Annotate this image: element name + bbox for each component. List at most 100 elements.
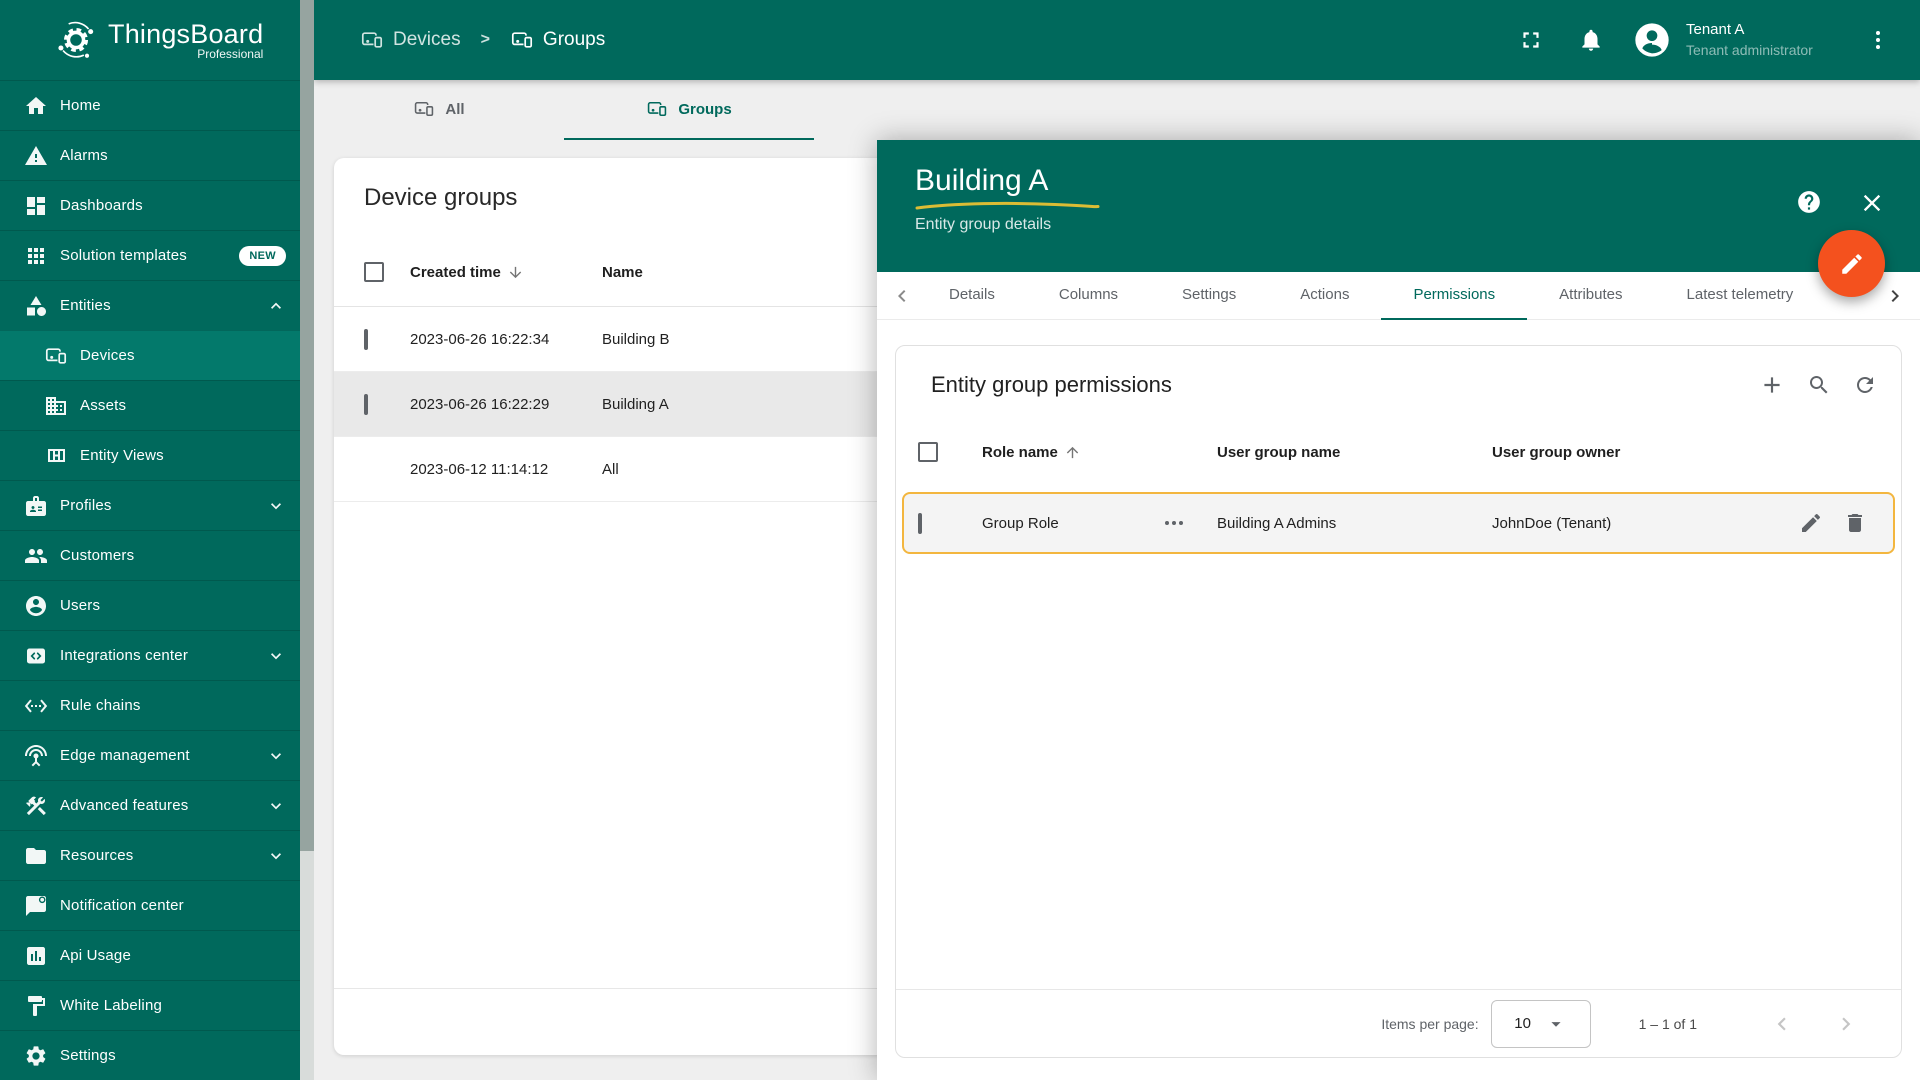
- sidebar-item-users[interactable]: Users: [0, 580, 300, 630]
- select-all-checkbox[interactable]: [364, 262, 384, 282]
- row-checkbox[interactable]: [364, 393, 368, 415]
- sidebar-item-dashboards[interactable]: Dashboards: [0, 180, 300, 230]
- panel-tab-details[interactable]: Details: [917, 272, 1027, 320]
- sidebar-item-home[interactable]: Home: [0, 80, 300, 130]
- breadcrumb-devices[interactable]: Devices: [360, 28, 461, 52]
- column-created-time[interactable]: Created time: [410, 264, 602, 281]
- sort-ascending-icon: [1064, 444, 1081, 461]
- sidebar-item-label: Rule chains: [60, 697, 141, 714]
- sidebar-item-advanced-features[interactable]: Advanced features: [0, 780, 300, 830]
- tab-groups[interactable]: Groups: [564, 80, 814, 140]
- sidebar-item-rule-chains[interactable]: Rule chains: [0, 680, 300, 730]
- sidebar-scrollbar[interactable]: [300, 0, 314, 1080]
- tabs-scroll-left-icon[interactable]: [887, 272, 917, 320]
- search-icon[interactable]: [1807, 373, 1831, 397]
- warning-icon: [24, 144, 48, 168]
- close-icon[interactable]: [1858, 189, 1886, 217]
- new-badge: NEW: [239, 245, 286, 266]
- sidebar-item-profiles[interactable]: Profiles: [0, 480, 300, 530]
- brand-name: ThingsBoard: [108, 19, 264, 49]
- user-menu[interactable]: Tenant A Tenant administrator: [1632, 20, 1838, 60]
- row-checkbox[interactable]: [918, 512, 922, 534]
- column-user-group-owner[interactable]: User group owner: [1492, 444, 1773, 461]
- avatar: [1632, 20, 1672, 60]
- notifications-bell-icon[interactable]: [1578, 27, 1604, 53]
- tab-all[interactable]: All: [314, 80, 564, 140]
- view-quilt-icon: [44, 444, 68, 468]
- column-user-group-name[interactable]: User group name: [1217, 444, 1492, 461]
- sidebar-item-label: Edge management: [60, 747, 190, 764]
- column-role-name[interactable]: Role name: [982, 444, 1217, 461]
- panel-tab-columns[interactable]: Columns: [1027, 272, 1150, 320]
- sidebar-item-label: Home: [60, 97, 101, 114]
- sidebar-item-solution-templates[interactable]: Solution templates NEW: [0, 230, 300, 280]
- sidebar-item-resources[interactable]: Resources: [0, 830, 300, 880]
- tab-label: Columns: [1058, 286, 1119, 303]
- refresh-icon[interactable]: [1853, 373, 1877, 397]
- panel-title: Building A: [915, 164, 1049, 197]
- add-permission-icon[interactable]: [1759, 372, 1785, 398]
- edit-pencil-icon[interactable]: [1799, 511, 1823, 535]
- delete-trash-icon[interactable]: [1843, 511, 1867, 535]
- domain-icon: [44, 394, 68, 418]
- panel-tabs-strip: Details Columns Settings Actions Permissions…: [917, 272, 1825, 320]
- panel-tab-settings[interactable]: Settings: [1150, 272, 1268, 320]
- breadcrumb: Devices > Groups: [360, 28, 605, 52]
- paint-icon: [24, 994, 48, 1018]
- sidebar-item-label: Alarms: [60, 147, 108, 164]
- more-menu-icon[interactable]: [1866, 28, 1890, 52]
- help-icon[interactable]: [1796, 189, 1822, 215]
- panel-header: Building A Entity group details: [877, 140, 1920, 272]
- sidebar-item-label: Advanced features: [60, 797, 189, 814]
- sidebar-item-white-labeling[interactable]: White Labeling: [0, 980, 300, 1030]
- sort-descending-icon: [507, 264, 524, 281]
- panel-tab-latest-telemetry[interactable]: Latest telemetry: [1655, 272, 1826, 320]
- sidebar-item-alarms[interactable]: Alarms: [0, 130, 300, 180]
- previous-page-icon[interactable]: [1769, 1011, 1795, 1037]
- sidebar-item-notification-center[interactable]: Notification center: [0, 880, 300, 930]
- tenant-name: Tenant A: [1686, 21, 1745, 38]
- panel-tab-attributes[interactable]: Attributes: [1527, 272, 1654, 320]
- sidebar-item-label: Settings: [60, 1047, 116, 1064]
- row-checkbox[interactable]: [364, 328, 368, 350]
- app-logo[interactable]: ThingsBoard Professional: [0, 0, 314, 80]
- tab-label: Groups: [678, 100, 732, 118]
- tabs-scroll-right-icon[interactable]: [1880, 272, 1910, 320]
- sidebar-item-entity-views[interactable]: Entity Views: [0, 430, 300, 480]
- next-page-icon[interactable]: [1833, 1011, 1859, 1037]
- sidebar-item-api-usage[interactable]: Api Usage: [0, 930, 300, 980]
- tab-label: Settings: [1182, 286, 1237, 303]
- sidebar-item-devices[interactable]: Devices: [0, 330, 300, 380]
- panel-tab-actions[interactable]: Actions: [1268, 272, 1381, 320]
- edit-pencil-icon: [1839, 251, 1865, 277]
- panel-tab-permissions[interactable]: Permissions: [1381, 272, 1528, 320]
- items-per-page-label: Items per page:: [1381, 1015, 1479, 1032]
- pagination: Items per page: 10 1 – 1 of 1: [896, 989, 1901, 1057]
- sidebar-item-label: Profiles: [60, 497, 112, 514]
- sidebar-item-assets[interactable]: Assets: [0, 380, 300, 430]
- topbar: Devices > Groups Tenant A Tenant adminis…: [314, 0, 1920, 80]
- permissions-actions: [1759, 372, 1877, 398]
- items-per-page-select[interactable]: 10: [1490, 999, 1591, 1048]
- user-info: Tenant A Tenant administrator: [1686, 20, 1838, 60]
- sidebar-item-entities[interactable]: Entities: [0, 280, 300, 330]
- sidebar-item-label: Notification center: [60, 897, 184, 914]
- sidebar-item-edge-management[interactable]: Edge management: [0, 730, 300, 780]
- fullscreen-icon[interactable]: [1518, 27, 1544, 53]
- sidebar-item-label: Devices: [80, 347, 135, 364]
- tab-label: All: [445, 100, 465, 118]
- select-all-checkbox[interactable]: [918, 442, 938, 462]
- permission-row-group-role[interactable]: Group Role Building A Admins JohnDoe (Tena…: [902, 492, 1895, 554]
- tenant-role: Tenant administrator: [1686, 42, 1813, 58]
- entity-tabbar: All Groups: [314, 80, 1920, 140]
- sidebar-item-integrations-center[interactable]: Integrations center: [0, 630, 300, 680]
- sidebar-item-settings[interactable]: Settings: [0, 1030, 300, 1080]
- breadcrumb-groups[interactable]: Groups: [510, 28, 605, 52]
- more-horizontal-icon: [1165, 521, 1183, 525]
- tab-label: Actions: [1300, 286, 1350, 303]
- sidebar-scrollbar-thumb[interactable]: [300, 0, 314, 851]
- column-label: Created time: [410, 263, 501, 281]
- construction-icon: [24, 794, 48, 818]
- sidebar-item-customers[interactable]: Customers: [0, 530, 300, 580]
- edit-fab-button[interactable]: [1818, 230, 1885, 297]
